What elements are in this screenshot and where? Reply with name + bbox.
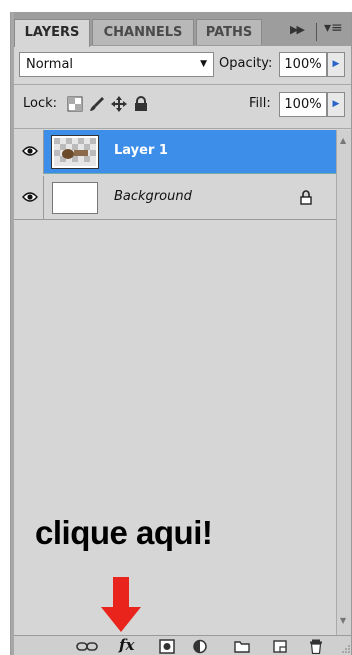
lock-position-move-icon[interactable] [111,96,127,112]
visibility-toggle[interactable] [14,176,44,220]
lock-label: Lock: [23,96,58,111]
opacity-label: Opacity: [219,56,273,71]
eye-icon [22,192,38,202]
eye-icon [22,146,38,156]
link-icon[interactable] [76,639,98,654]
tab-layers[interactable]: LAYERS [14,19,90,47]
tab-bar: LAYERS CHANNELS PATHS ▶▶ ▾≡ [14,12,351,47]
layer-thumbnail [51,135,99,169]
visibility-toggle[interactable] [14,130,44,174]
layer-row-background[interactable]: Background [14,176,336,220]
layer-list: Layer 1 Background [14,130,336,630]
fx-icon[interactable]: fx [119,636,134,654]
fill-stepper[interactable]: ▶ [327,92,345,117]
blend-mode-select[interactable]: Normal ▼ [19,52,214,77]
lock-transparent-pixels-icon[interactable] [67,96,83,112]
tab-separator [316,23,317,41]
annotation-text: clique aqui! [35,514,213,551]
folder-icon[interactable] [234,639,250,654]
layers-panel: LAYERS CHANNELS PATHS ▶▶ ▾≡ Normal ▼ Opa… [10,12,352,655]
checker-icon [54,138,96,166]
lock-image-pixels-brush-icon[interactable] [89,96,105,112]
scroll-up-icon[interactable]: ▲ [340,136,346,145]
tab-paths[interactable]: PATHS [196,19,262,45]
layer-list-scrollbar[interactable]: ▲ ▼ [336,130,351,635]
layer-row-layer-1[interactable]: Layer 1 [14,130,336,174]
resize-grip-icon[interactable] [342,645,350,653]
fill-label: Fill: [249,96,271,111]
layers-bottom-toolbar: fx [14,635,351,655]
opacity-input[interactable]: 100% [279,52,327,77]
new-layer-icon[interactable] [272,639,288,654]
fill-input[interactable]: 100% [279,92,327,117]
layer-thumbnail [52,182,98,214]
chevron-down-icon: ▼ [200,59,207,69]
divider [14,128,351,129]
scroll-down-icon[interactable]: ▼ [340,616,346,625]
mask-icon[interactable] [159,639,175,654]
lock-icon [300,190,312,205]
layer-name[interactable]: Background [114,189,192,204]
red-arrow-icon [101,577,141,632]
tab-channels[interactable]: CHANNELS [92,19,194,45]
layer-name[interactable]: Layer 1 [114,143,168,158]
panel-menu-icon[interactable]: ▾≡ [324,20,343,36]
divider [14,84,351,85]
opacity-stepper[interactable]: ▶ [327,52,345,77]
blend-mode-value: Normal [26,57,74,72]
trash-icon[interactable] [308,639,324,654]
lock-all-icon[interactable] [133,96,149,112]
collapse-panel-icon[interactable]: ▶▶ [290,23,305,36]
adjustment-icon[interactable] [192,639,208,654]
